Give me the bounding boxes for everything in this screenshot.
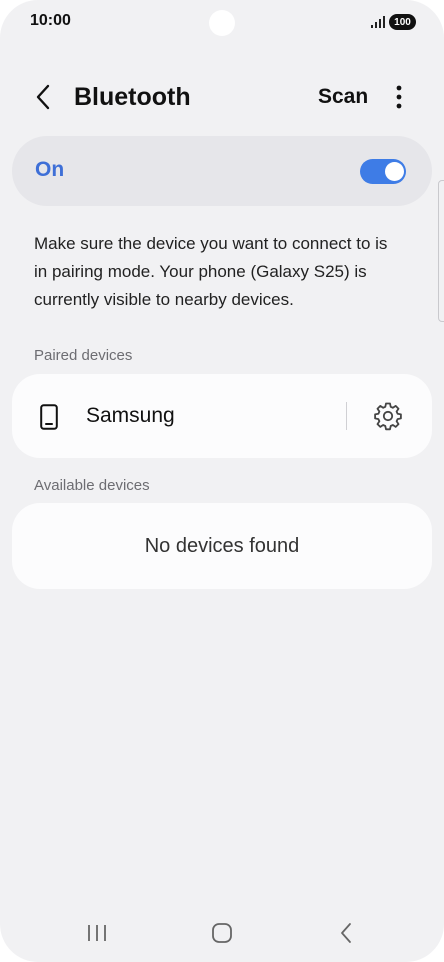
paired-device-samsung[interactable]: Samsung xyxy=(12,374,432,458)
bluetooth-switch[interactable] xyxy=(360,159,406,184)
home-icon xyxy=(212,923,232,943)
bluetooth-state-label: On xyxy=(35,158,65,181)
more-options-icon xyxy=(396,85,402,109)
device-name: Samsung xyxy=(86,404,175,427)
battery-indicator: 100 xyxy=(389,14,416,30)
gear-icon xyxy=(374,402,402,431)
signal-icon xyxy=(371,16,385,28)
switch-knob xyxy=(385,162,404,181)
home-button[interactable] xyxy=(202,918,242,948)
nav-back-icon xyxy=(341,923,351,943)
bluetooth-toggle-row[interactable]: On xyxy=(12,136,432,206)
scan-button[interactable]: Scan xyxy=(318,80,368,114)
available-devices-heading: Available devices xyxy=(34,477,150,494)
device-settings-button[interactable] xyxy=(372,400,404,432)
row-divider xyxy=(346,402,347,430)
no-devices-message: No devices found xyxy=(144,535,300,557)
back-button[interactable] xyxy=(28,80,58,114)
scroll-indicator[interactable] xyxy=(438,180,444,322)
recents-button[interactable] xyxy=(77,918,117,948)
paired-devices-heading: Paired devices xyxy=(34,347,133,364)
recents-icon xyxy=(88,925,106,941)
paired-devices-card: Samsung xyxy=(12,374,432,458)
available-devices-card: No devices found xyxy=(12,503,432,589)
phone-icon xyxy=(40,404,58,430)
phone-screen: 10:00 100 Bluetooth Scan On Make sure th… xyxy=(0,0,444,962)
nav-back-button[interactable] xyxy=(326,918,366,948)
back-arrow-icon xyxy=(36,84,50,110)
more-options-button[interactable] xyxy=(388,82,410,112)
camera-cutout xyxy=(209,10,235,36)
page-title: Bluetooth xyxy=(74,83,191,111)
status-time: 10:00 xyxy=(30,12,71,29)
pairing-description: Make sure the device you want to connect… xyxy=(34,234,388,309)
